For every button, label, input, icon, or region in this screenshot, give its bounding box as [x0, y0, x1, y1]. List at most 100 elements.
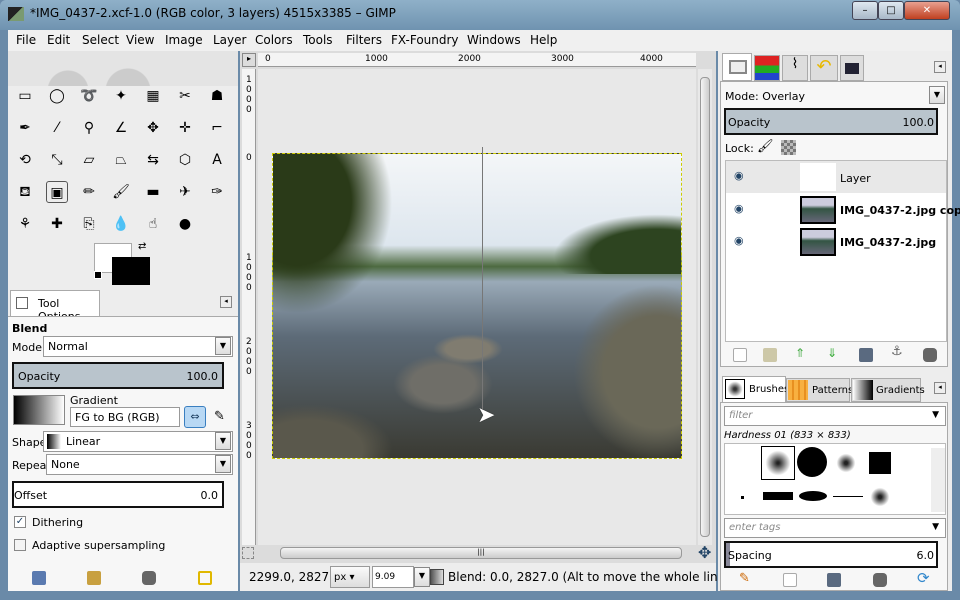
menu-file[interactable]: File	[16, 33, 36, 47]
visibility-eye-icon[interactable]: ◉	[734, 234, 744, 247]
shape-select[interactable]: Linear	[43, 431, 233, 452]
reverse-gradient-button[interactable]: ⇔	[184, 406, 206, 428]
eraser-tool-icon[interactable]: ▬	[142, 181, 164, 203]
foreground-select-tool-icon[interactable]: ☗	[206, 85, 228, 107]
delete-brush-icon[interactable]	[873, 573, 887, 587]
refresh-brushes-icon[interactable]: ⟳	[917, 569, 930, 587]
lock-alpha-icon[interactable]	[781, 140, 796, 155]
flip-tool-icon[interactable]: ⇆	[142, 149, 164, 171]
menu-edit[interactable]: Edit	[47, 33, 70, 47]
tab-paths[interactable]: ⌇	[782, 55, 808, 81]
blur-tool-icon[interactable]: 💧	[110, 213, 132, 235]
perspective-tool-icon[interactable]: ⏢	[110, 149, 132, 171]
brush-hard-circle[interactable]	[797, 447, 827, 477]
menu-filters[interactable]: Filters	[346, 33, 382, 47]
vertical-scroll-thumb[interactable]	[700, 77, 710, 537]
lower-layer-icon[interactable]: ⇓	[827, 346, 837, 360]
measure-tool-icon[interactable]: ∠	[110, 117, 132, 139]
brush-scrollbar[interactable]	[931, 448, 945, 512]
brush-square[interactable]	[869, 452, 891, 474]
repeat-select[interactable]: None	[46, 454, 233, 475]
unit-select[interactable]: px ▾	[330, 566, 370, 588]
lock-pixels-icon[interactable]: 🖌	[757, 139, 774, 154]
menu-colors[interactable]: Colors	[255, 33, 293, 47]
offset-slider[interactable]: Offset 0.0	[12, 481, 224, 508]
new-layer-group-icon[interactable]	[763, 348, 777, 362]
reset-options-icon[interactable]	[198, 571, 212, 585]
brush-soft[interactable]	[835, 452, 857, 474]
scale-tool-icon[interactable]: ⤡	[46, 149, 68, 171]
scissors-tool-icon[interactable]: ✂	[174, 85, 196, 107]
visibility-eye-icon[interactable]: ◉	[734, 169, 744, 182]
menu-help[interactable]: Help	[530, 33, 557, 47]
menu-view[interactable]: View	[126, 33, 154, 47]
paths-tool-icon[interactable]: ✒	[14, 117, 36, 139]
save-options-icon[interactable]	[32, 571, 46, 585]
panel-menu-button[interactable]: ◂	[934, 382, 946, 394]
duplicate-brush-icon[interactable]	[827, 573, 841, 587]
duplicate-layer-icon[interactable]	[859, 348, 873, 362]
ink-tool-icon[interactable]: ✑	[206, 181, 228, 203]
cage-tool-icon[interactable]: ⬡	[174, 149, 196, 171]
tab-layers[interactable]	[722, 53, 752, 81]
move-tool-icon[interactable]: ✥	[142, 117, 164, 139]
bucket-fill-tool-icon[interactable]: ⛾	[14, 181, 36, 203]
spacing-slider[interactable]: Spacing 6.0	[724, 541, 938, 568]
adaptive-supersampling-checkbox[interactable]	[14, 539, 26, 551]
delete-layer-icon[interactable]	[923, 348, 937, 362]
text-tool-icon[interactable]: A	[206, 149, 228, 171]
layer-row[interactable]: ◉ IMG_0437-2.jpg	[726, 226, 946, 258]
menu-image[interactable]: Image	[165, 33, 203, 47]
brush-filter-input[interactable]: filter ▼	[724, 406, 946, 426]
maximize-button[interactable]: □	[878, 1, 904, 20]
blend-tool-icon[interactable]: ▣	[46, 181, 68, 203]
layer-opacity-slider[interactable]: Opacity 100.0	[724, 108, 938, 135]
brush-block[interactable]	[763, 492, 793, 500]
layer-mode-dropdown-arrow[interactable]: ▼	[929, 86, 945, 104]
layer-row[interactable]: ◉ IMG_0437-2.jpg copy	[726, 194, 960, 226]
ellipse-select-tool-icon[interactable]: ◯	[46, 85, 68, 107]
close-button[interactable]: ✕	[904, 1, 950, 20]
lasso-tool-icon[interactable]: ➰	[78, 85, 100, 107]
tab-tool-options[interactable]: Tool Options	[10, 290, 100, 323]
new-brush-icon[interactable]	[783, 573, 797, 587]
gradient-name-field[interactable]: FG to BG (RGB)	[70, 407, 180, 427]
dodge-burn-tool-icon[interactable]: ●	[174, 213, 196, 235]
tab-channels[interactable]	[754, 55, 780, 81]
swap-colors-icon[interactable]: ⇄	[138, 241, 146, 252]
repeat-dropdown-arrow[interactable]: ▼	[215, 455, 231, 473]
layer-mode-value[interactable]: Overlay	[762, 90, 805, 103]
canvas-viewport[interactable]: ➤	[258, 69, 696, 545]
shape-dropdown-arrow[interactable]: ▼	[215, 432, 231, 450]
align-tool-icon[interactable]: ✛	[174, 117, 196, 139]
restore-options-icon[interactable]	[87, 571, 101, 585]
mode-select[interactable]: Normal	[43, 336, 233, 357]
perspective-clone-tool-icon[interactable]: ⎘	[78, 213, 100, 235]
smudge-tool-icon[interactable]: ☝	[142, 213, 164, 235]
menu-tools[interactable]: Tools	[303, 33, 333, 47]
menu-fx-foundry[interactable]: FX-Foundry	[391, 33, 459, 47]
fuzzy-select-tool-icon[interactable]: ✦	[110, 85, 132, 107]
airbrush-tool-icon[interactable]: ✈	[174, 181, 196, 203]
brush-line[interactable]	[833, 496, 863, 497]
rect-select-tool-icon[interactable]: ▭	[14, 85, 36, 107]
color-select-tool-icon[interactable]: ▦	[142, 85, 164, 107]
shear-tool-icon[interactable]: ▱	[78, 149, 100, 171]
anchor-layer-icon[interactable]: ⚓	[891, 344, 903, 359]
panel-menu-button[interactable]: ◂	[220, 296, 232, 308]
background-color[interactable]	[112, 257, 150, 285]
brush-pixel[interactable]	[741, 496, 744, 499]
menu-windows[interactable]: Windows	[467, 33, 521, 47]
brush-hardness-01[interactable]	[761, 446, 795, 480]
panel-menu-button[interactable]: ◂	[934, 61, 946, 73]
visibility-eye-icon[interactable]: ◉	[734, 202, 744, 215]
edit-gradient-icon[interactable]: ✎	[214, 409, 225, 424]
quick-mask-menu-icon[interactable]: ▸	[242, 53, 256, 67]
tab-brushes[interactable]: Brushes	[722, 376, 789, 402]
mode-dropdown-arrow[interactable]: ▼	[215, 337, 231, 355]
brush-fuzzy[interactable]	[869, 486, 891, 508]
toggle-quick-mask-icon[interactable]	[242, 547, 254, 559]
menu-select[interactable]: Select	[82, 33, 119, 47]
paintbrush-tool-icon[interactable]: 🖌	[110, 181, 132, 203]
new-layer-icon[interactable]	[733, 348, 747, 362]
